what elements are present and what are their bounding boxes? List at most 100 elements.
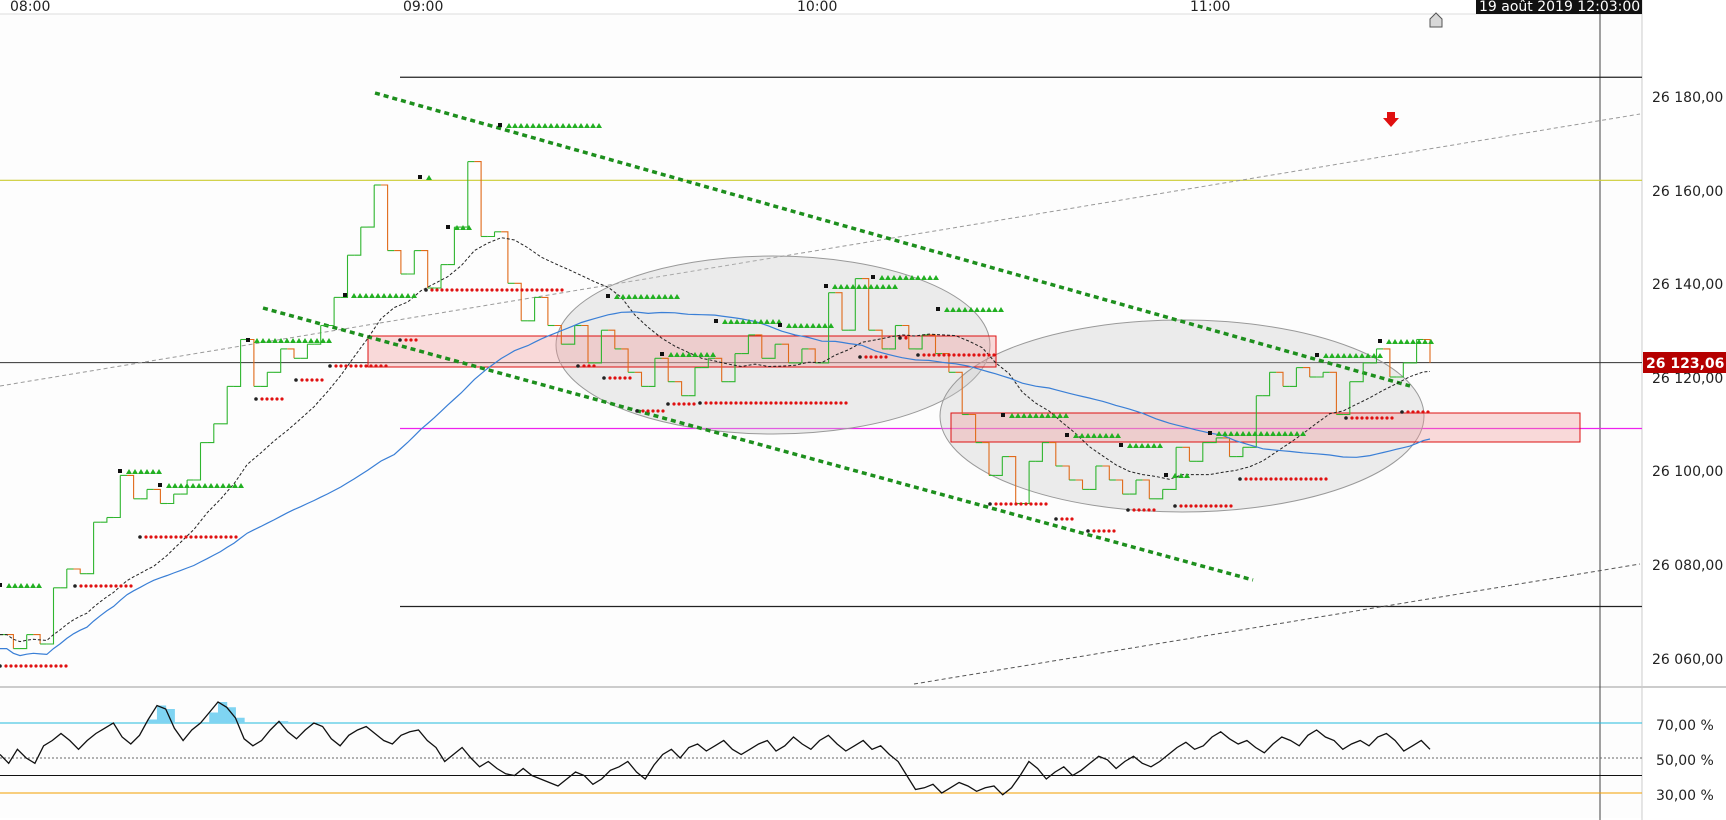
red-dot-marker <box>1289 477 1293 481</box>
red-dot-marker <box>1029 502 1033 506</box>
red-dot-marker <box>169 535 173 539</box>
red-dot-marker <box>1070 517 1074 521</box>
red-dot-marker <box>334 364 338 368</box>
red-dot-marker <box>1147 508 1151 512</box>
red-dot-marker <box>1142 508 1146 512</box>
red-dot-marker <box>1019 502 1023 506</box>
red-dot-marker <box>1137 508 1141 512</box>
red-dot-marker <box>1194 504 1198 508</box>
red-dot-marker <box>734 401 738 405</box>
red-dot-marker <box>435 288 439 292</box>
red-dot-marker <box>24 664 28 668</box>
red-dot-marker <box>234 535 238 539</box>
red-dot-marker <box>1360 416 1364 420</box>
y-tick-26120: 26 120,00 <box>1652 371 1723 387</box>
red-dot-marker <box>369 364 373 368</box>
red-dot-marker <box>844 401 848 405</box>
signal-dot-marker <box>988 502 992 506</box>
red-dot-marker <box>280 397 284 401</box>
red-dot-marker <box>1411 410 1415 414</box>
red-dot-marker <box>1229 504 1233 508</box>
red-dot-marker <box>1092 529 1096 533</box>
red-dot-marker <box>692 402 696 406</box>
red-dot-marker <box>987 353 991 357</box>
red-dot-marker <box>89 584 93 588</box>
red-dot-marker <box>545 288 549 292</box>
red-dot-marker <box>164 535 168 539</box>
red-dot-marker <box>29 664 33 668</box>
y-tick-26100: 26 100,00 <box>1652 464 1723 480</box>
signal-square-marker <box>936 307 940 311</box>
red-dot-marker <box>749 401 753 405</box>
signal-square-marker <box>1001 413 1005 417</box>
datetime-tag: 19 août 2019 12:03:00 <box>1476 0 1642 15</box>
red-dot-marker <box>809 401 813 405</box>
signal-dot-marker <box>698 401 702 405</box>
red-dot-marker <box>744 401 748 405</box>
red-dot-marker <box>661 409 665 413</box>
red-dot-marker <box>495 288 499 292</box>
red-dot-marker <box>608 376 612 380</box>
signal-dot-marker <box>858 355 862 359</box>
red-dot-marker <box>119 584 123 588</box>
red-dot-marker <box>1294 477 1298 481</box>
red-dot-marker <box>560 288 564 292</box>
signal-square-marker <box>343 293 347 297</box>
red-dot-marker <box>229 535 233 539</box>
red-dot-marker <box>1112 529 1116 533</box>
red-dot-marker <box>864 355 868 359</box>
red-dot-marker <box>592 364 596 368</box>
support-zone-2 <box>950 412 1581 443</box>
price-axis: 26 180,00 26 160,00 26 140,00 26 120,00 … <box>1652 90 1723 668</box>
red-dot-marker <box>922 353 926 357</box>
red-dot-marker <box>490 288 494 292</box>
time-tick-0800: 08:00 <box>10 0 50 15</box>
osc-tick-50: 50,00 % <box>1656 753 1714 769</box>
red-dot-marker <box>485 288 489 292</box>
red-dot-marker <box>79 584 83 588</box>
red-dot-marker <box>455 288 459 292</box>
red-dot-marker <box>104 584 108 588</box>
red-dot-marker <box>19 664 23 668</box>
signal-dot-marker <box>602 376 606 380</box>
red-dot-marker <box>124 584 128 588</box>
red-dot-marker <box>1209 504 1213 508</box>
red-dot-marker <box>994 502 998 506</box>
red-dot-marker <box>374 364 378 368</box>
red-dot-marker <box>1385 416 1389 420</box>
red-dot-marker <box>364 364 368 368</box>
red-dot-marker <box>879 355 883 359</box>
signal-dot-marker <box>424 288 428 292</box>
red-dot-marker <box>1065 517 1069 521</box>
red-dot-marker <box>932 353 936 357</box>
red-dot-marker <box>1189 504 1193 508</box>
red-dot-marker <box>1421 410 1425 414</box>
time-axis: 08:00 09:00 10:00 11:00 <box>10 0 1230 15</box>
red-dot-marker <box>937 353 941 357</box>
signal-dot-marker <box>1344 416 1348 420</box>
red-dot-marker <box>1259 477 1263 481</box>
red-dot-marker <box>265 397 269 401</box>
red-dot-marker <box>535 288 539 292</box>
red-dot-marker <box>884 355 888 359</box>
red-dot-marker <box>1254 477 1258 481</box>
red-dot-marker <box>628 376 632 380</box>
red-dot-marker <box>49 664 53 668</box>
red-dot-marker <box>687 402 691 406</box>
red-dot-marker <box>159 535 163 539</box>
red-dot-marker <box>525 288 529 292</box>
red-dot-marker <box>144 535 148 539</box>
red-dot-marker <box>904 336 908 340</box>
red-dot-marker <box>550 288 554 292</box>
red-dot-marker <box>199 535 203 539</box>
red-dot-marker <box>1107 529 1111 533</box>
red-dot-marker <box>315 378 319 382</box>
red-dot-marker <box>819 401 823 405</box>
red-dot-marker <box>414 338 418 342</box>
signal-dot-marker <box>294 378 298 382</box>
signal-square-marker <box>446 225 450 229</box>
signal-square-marker <box>778 323 782 327</box>
red-dot-marker <box>1309 477 1313 481</box>
time-tick-1000: 10:00 <box>797 0 837 15</box>
red-dot-marker <box>4 664 8 668</box>
